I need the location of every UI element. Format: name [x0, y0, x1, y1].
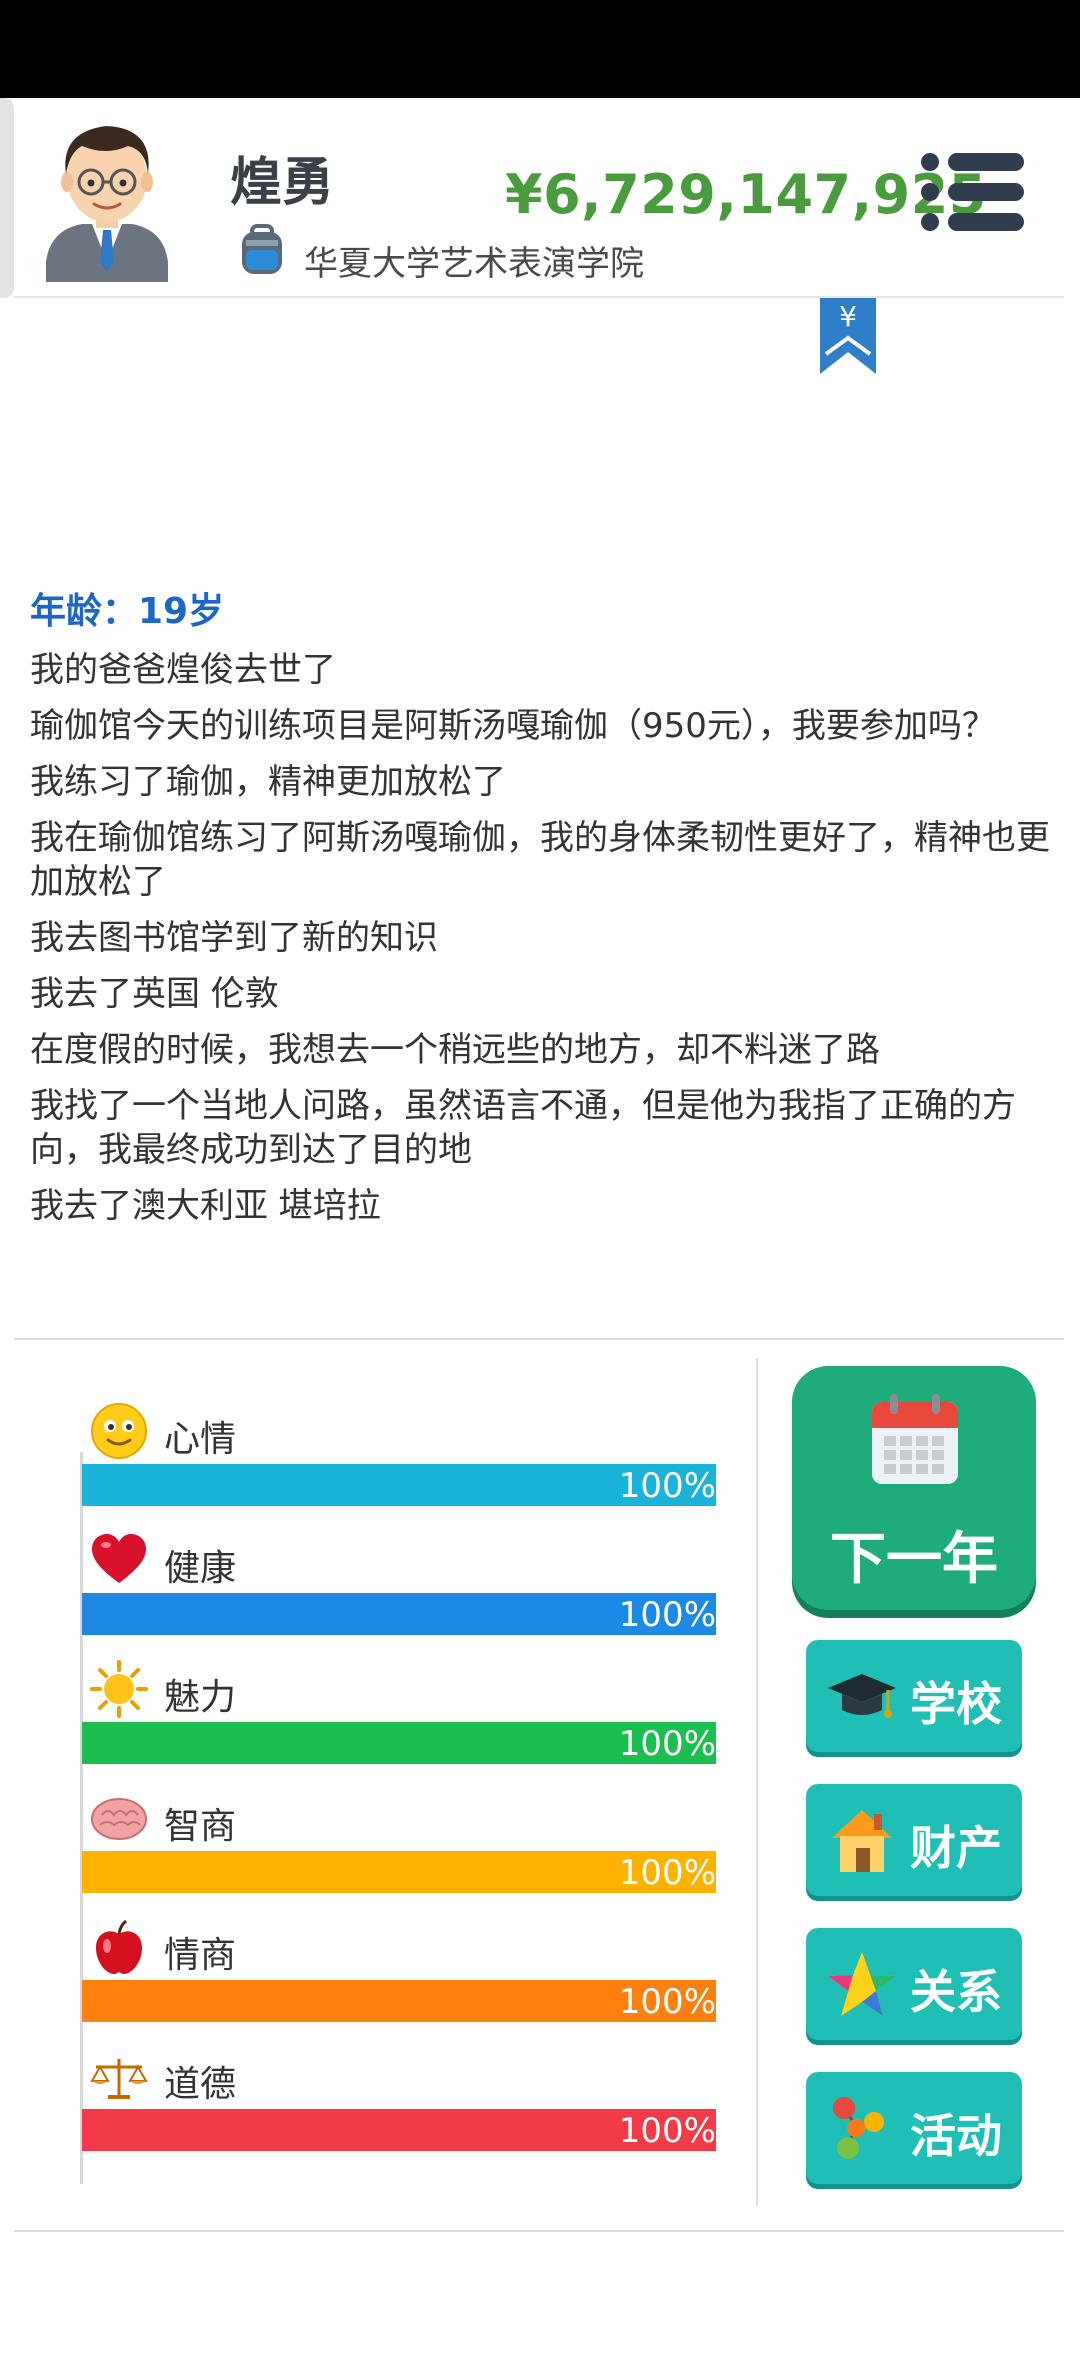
relations-button[interactable]: 关系 [806, 1928, 1022, 2040]
money-balance: ¥6,729,147,925 [505, 163, 987, 226]
activities-label: 活动 [910, 2109, 1002, 2163]
stat-percent: 100% [618, 1724, 716, 1764]
activity-dots-icon [833, 2097, 884, 2159]
next-year-button[interactable]: 下一年 [792, 1366, 1036, 1610]
smiley-icon [91, 1403, 147, 1459]
apple-icon [96, 1919, 142, 1974]
money-bookmark[interactable]: ¥ [820, 298, 876, 374]
stat-mood: 心情 100% [82, 1402, 716, 1522]
log-item: 在度假的时候，我想去一个稍远些的地方，却不料迷了路 [30, 1030, 880, 1070]
school-name: 华夏大学艺术表演学院 [304, 244, 644, 284]
stat-label: 智商 [164, 1806, 237, 1847]
property-label: 财产 [910, 1821, 1002, 1875]
stat-percent: 100% [618, 1982, 716, 2022]
status-bar [0, 0, 1080, 98]
header-divider [14, 296, 1064, 298]
column-divider [756, 1358, 758, 2206]
edge-swipe-tab[interactable] [0, 98, 14, 298]
stat-label: 情商 [164, 1935, 237, 1976]
stat-eq: 情商 100% [82, 1918, 716, 2038]
backpack-icon [242, 224, 282, 274]
age-label: 年龄：19岁 [30, 591, 225, 632]
brain-icon [91, 1798, 147, 1840]
stat-bar: 100% [82, 2109, 716, 2151]
stat-bar: 100% [82, 1851, 716, 1893]
log-item: 我的爸爸煌俊去世了 [30, 650, 336, 690]
menu-icon[interactable] [920, 152, 1024, 232]
activities-button[interactable]: 活动 [806, 2072, 1022, 2184]
stat-bar: 100% [82, 1722, 716, 1764]
log-item: 我在瑜伽馆练习了阿斯汤嘎瑜伽，我的身体柔韧性更好了，精神也更加放松了 [30, 818, 1050, 902]
stat-charm: 魅力 100% [82, 1660, 716, 1780]
stat-bar: 100% [82, 1593, 716, 1635]
heart-icon [92, 1534, 146, 1583]
school-button[interactable]: 学校 [806, 1640, 1022, 1752]
stat-label: 道德 [164, 2064, 237, 2105]
log-item: 我去图书馆学到了新的知识 [30, 918, 438, 958]
calendar-icon [872, 1394, 958, 1484]
stat-morality: 道德 100% [82, 2047, 716, 2167]
school-label: 学校 [910, 1677, 1002, 1731]
house-icon [832, 1810, 892, 1872]
stat-percent: 100% [618, 1595, 716, 1635]
stat-label: 心情 [164, 1419, 237, 1460]
log-item: 我找了一个当地人问路，虽然语言不通，但是他为我指了正确的方向，我最终成功到达了目… [30, 1086, 1016, 1170]
avatar[interactable] [36, 112, 178, 282]
player-name: 煌勇 [230, 153, 335, 213]
property-button[interactable]: 财产 [806, 1784, 1022, 1896]
sun-icon [90, 1660, 148, 1718]
stat-iq: 智商 100% [82, 1789, 716, 1909]
stat-health: 健康 100% [82, 1531, 716, 1651]
log-item: 我去了澳大利亚 堪培拉 [30, 1186, 381, 1226]
star-icon [828, 1952, 896, 2016]
stat-percent: 100% [618, 2111, 716, 2151]
section-divider [14, 2230, 1064, 2232]
stat-bar: 100% [82, 1980, 716, 2022]
log-item: 我练习了瑜伽，精神更加放松了 [30, 762, 506, 802]
section-divider [14, 1338, 1064, 1340]
graduation-cap-icon [828, 1674, 896, 1718]
scales-icon [90, 2059, 148, 2099]
stat-bar: 100% [82, 1464, 716, 1506]
stat-percent: 100% [618, 1853, 716, 1893]
relations-label: 关系 [910, 1965, 1002, 2019]
event-log: 年龄：19岁 我的爸爸煌俊去世了 瑜伽馆今天的训练项目是阿斯汤嘎瑜伽（950元）… [30, 590, 1050, 1240]
stat-label: 魅力 [164, 1677, 237, 1718]
stat-percent: 100% [618, 1466, 716, 1506]
log-item: 瑜伽馆今天的训练项目是阿斯汤嘎瑜伽（950元），我要参加吗？ [30, 706, 996, 746]
next-year-label: 下一年 [830, 1527, 998, 1592]
yen-symbol: ¥ [839, 300, 857, 333]
log-item: 我去了英国 伦敦 [30, 974, 279, 1014]
stat-label: 健康 [164, 1548, 237, 1589]
